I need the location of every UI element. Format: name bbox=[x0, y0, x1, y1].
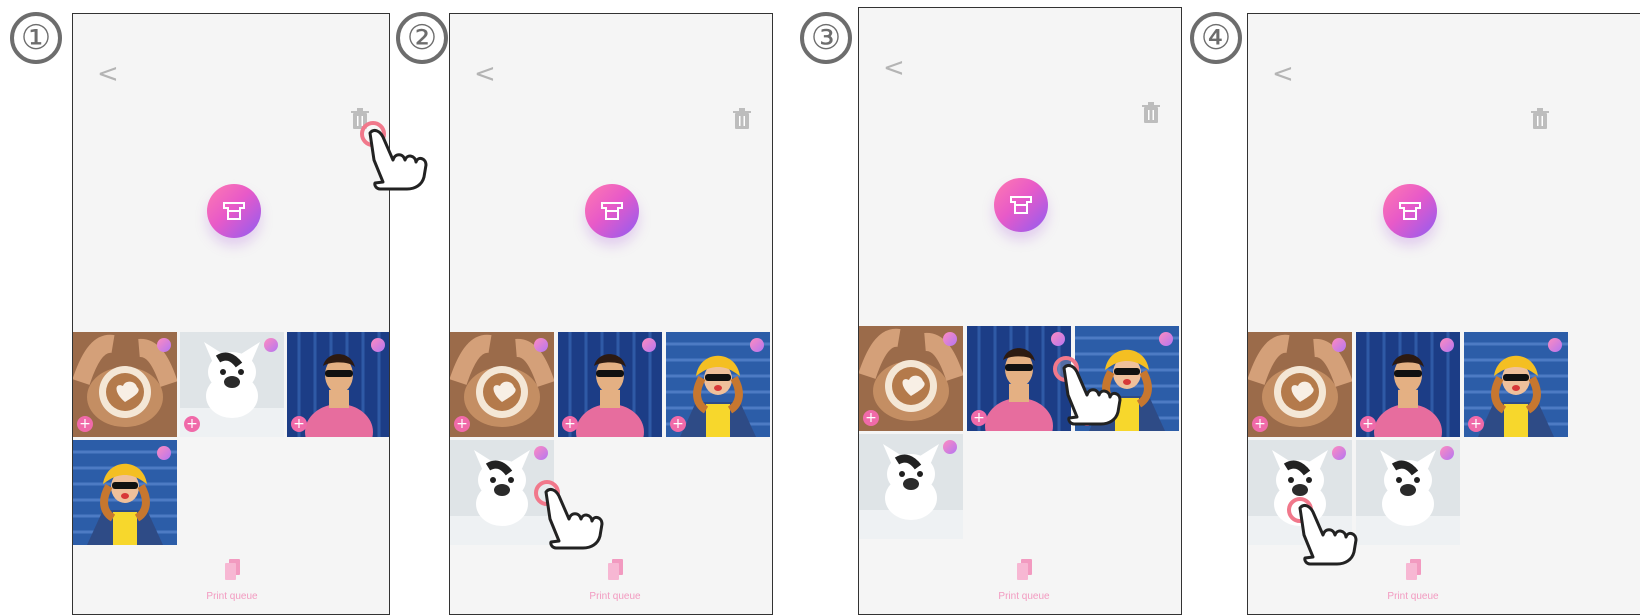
select-indicator bbox=[157, 338, 171, 352]
select-indicator bbox=[1332, 446, 1346, 460]
print-queue-icon bbox=[1017, 559, 1032, 580]
photo-tile-woman[interactable]: + bbox=[666, 332, 770, 437]
photo-tile-dog[interactable] bbox=[859, 434, 963, 539]
select-indicator bbox=[943, 440, 957, 454]
select-indicator bbox=[1051, 332, 1065, 346]
phone-screen-1: < + + + Print queue bbox=[72, 13, 390, 615]
add-copy-button[interactable]: + bbox=[291, 416, 307, 432]
photo-tile-coffee[interactable]: + bbox=[73, 332, 177, 437]
photo-grid: + + + bbox=[73, 14, 389, 614]
pointing-hand-icon bbox=[1290, 500, 1365, 575]
print-queue-label: Print queue bbox=[1387, 591, 1439, 602]
photo-tile-coffee[interactable]: + bbox=[450, 332, 554, 437]
select-indicator bbox=[534, 338, 548, 352]
add-copy-button[interactable]: + bbox=[1252, 416, 1268, 432]
phone-screen-3: < + + + Print queue bbox=[858, 7, 1182, 615]
select-indicator bbox=[534, 446, 548, 460]
add-copy-button[interactable]: + bbox=[184, 416, 200, 432]
pointing-hand-icon bbox=[1054, 360, 1129, 435]
photo-tile-dog-copy[interactable] bbox=[1356, 440, 1460, 545]
select-indicator bbox=[371, 338, 385, 352]
photo-tile-woman[interactable]: + bbox=[1464, 332, 1568, 437]
photo-tile-coffee[interactable]: + bbox=[1248, 332, 1352, 437]
photo-tile-man[interactable]: + bbox=[287, 332, 389, 437]
pointing-hand-icon bbox=[536, 484, 611, 559]
select-indicator bbox=[264, 338, 278, 352]
photo-tile-man[interactable]: + bbox=[1356, 332, 1460, 437]
add-copy-button[interactable]: + bbox=[670, 416, 686, 432]
step-3-badge: ③ bbox=[800, 12, 852, 64]
add-copy-button[interactable]: + bbox=[971, 410, 987, 426]
print-queue-icon bbox=[608, 559, 623, 580]
print-queue-label: Print queue bbox=[206, 591, 258, 602]
select-indicator bbox=[1440, 338, 1454, 352]
step-4-badge: ④ bbox=[1190, 12, 1242, 64]
step-1-badge: ① bbox=[10, 12, 62, 64]
select-indicator bbox=[1159, 332, 1173, 346]
add-copy-button[interactable]: + bbox=[863, 410, 879, 426]
select-indicator bbox=[943, 332, 957, 346]
photo-tile-coffee[interactable]: + bbox=[859, 326, 963, 431]
select-indicator bbox=[1332, 338, 1346, 352]
select-indicator bbox=[750, 338, 764, 352]
print-queue-icon bbox=[1406, 559, 1421, 580]
select-indicator bbox=[157, 446, 171, 460]
print-queue-label: Print queue bbox=[589, 591, 641, 602]
photo-tile-woman[interactable] bbox=[73, 440, 177, 545]
add-copy-button[interactable]: + bbox=[1360, 416, 1376, 432]
select-indicator bbox=[1548, 338, 1562, 352]
photo-grid: + + + bbox=[450, 14, 772, 614]
select-indicator bbox=[642, 338, 656, 352]
print-queue-label: Print queue bbox=[998, 591, 1050, 602]
add-copy-button[interactable]: + bbox=[1468, 416, 1484, 432]
phone-screen-2: < + + + Print queue bbox=[449, 13, 773, 615]
select-indicator bbox=[1440, 446, 1454, 460]
photo-grid: + + + bbox=[859, 8, 1181, 614]
photo-tile-man[interactable]: + bbox=[558, 332, 662, 437]
add-copy-button[interactable]: + bbox=[77, 416, 93, 432]
add-copy-button[interactable]: + bbox=[454, 416, 470, 432]
pointing-hand-icon bbox=[360, 125, 435, 200]
add-copy-button[interactable]: + bbox=[562, 416, 578, 432]
step-2-badge: ② bbox=[396, 12, 448, 64]
photo-tile-dog[interactable]: + bbox=[180, 332, 284, 437]
print-queue-icon bbox=[225, 559, 240, 580]
